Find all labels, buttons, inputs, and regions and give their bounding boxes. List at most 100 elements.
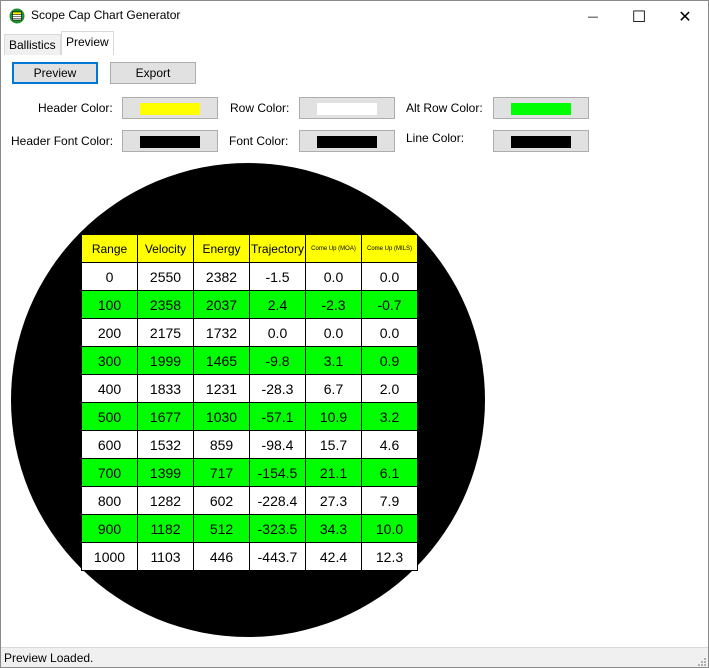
tab-preview[interactable]: Preview: [61, 31, 114, 57]
table-cell: 100: [81, 290, 138, 319]
table-cell: 2.4: [249, 290, 306, 319]
header-font-color-button[interactable]: [122, 130, 218, 152]
status-bar: Preview Loaded.: [1, 647, 708, 667]
table-cell: 0.9: [361, 346, 418, 375]
header-font-color-swatch: [140, 136, 200, 148]
preview-button[interactable]: Preview: [12, 62, 98, 84]
table-row: 800 1282 602 -228.4 27.3 7.9: [81, 486, 418, 515]
column-header-trajectory: Trajectory: [249, 234, 306, 263]
table-cell: -57.1: [249, 402, 306, 431]
table-cell: 400: [81, 374, 138, 403]
row-color-button[interactable]: [299, 97, 395, 119]
resize-grip-icon[interactable]: [696, 656, 706, 666]
table-cell: 1103: [137, 542, 194, 571]
table-cell: 0.0: [305, 262, 362, 291]
header-color-label: Header Color:: [38, 101, 113, 115]
close-button[interactable]: ✕: [662, 1, 708, 31]
table-cell: 0.0: [361, 262, 418, 291]
table-cell: 2382: [193, 262, 250, 291]
table-cell: -323.5: [249, 514, 306, 543]
table-cell: -1.5: [249, 262, 306, 291]
table-cell: 717: [193, 458, 250, 487]
line-color-button[interactable]: [493, 130, 589, 152]
table-cell: 34.3: [305, 514, 362, 543]
table-row: 400 1833 1231 -28.3 6.7 2.0: [81, 374, 418, 403]
table-body: 0 2550 2382 -1.5 0.0 0.0 100 2358 2037 2.4 -2.3 -0.…: [81, 262, 418, 571]
table-row: 600 1532 859 -98.4 15.7 4.6: [81, 430, 418, 459]
table-cell: 1532: [137, 430, 194, 459]
table-cell: 900: [81, 514, 138, 543]
table-cell: 1732: [193, 318, 250, 347]
header-color-button[interactable]: [122, 97, 218, 119]
table-cell: 1465: [193, 346, 250, 375]
table-cell: 10.9: [305, 402, 362, 431]
close-icon: ✕: [678, 6, 692, 26]
tab-strip: Ballistics Preview: [1, 31, 708, 57]
app-window: Scope Cap Chart Generator — ☐ ✕ Ballisti…: [0, 0, 709, 668]
font-color-button[interactable]: [299, 130, 395, 152]
minimize-button[interactable]: —: [570, 1, 616, 31]
column-header-energy: Energy: [193, 234, 250, 263]
font-color-swatch: [317, 136, 377, 148]
table-row: 200 2175 1732 0.0 0.0 0.0: [81, 318, 418, 347]
table-cell: -0.7: [361, 290, 418, 319]
preview-button-label: Preview: [33, 66, 77, 80]
column-header-velocity: Velocity: [137, 234, 194, 263]
table-cell: 1231: [193, 374, 250, 403]
table-row: 100 2358 2037 2.4 -2.3 -0.7: [81, 290, 418, 319]
table-row: 900 1182 512 -323.5 34.3 10.0: [81, 514, 418, 543]
table-cell: 1000: [81, 542, 138, 571]
table-cell: 1833: [137, 374, 194, 403]
font-color-label: Font Color:: [229, 134, 289, 148]
header-color-swatch: [140, 103, 200, 115]
column-header-come-up-mils: Come Up (MILS): [361, 234, 418, 263]
table-cell: 27.3: [305, 486, 362, 515]
table-cell: 10.0: [361, 514, 418, 543]
row-color-label: Row Color:: [230, 101, 290, 115]
table-cell: 300: [81, 346, 138, 375]
line-color-label: Line Color:: [406, 131, 465, 145]
table-cell: 446: [193, 542, 250, 571]
alt-row-color-button[interactable]: [493, 97, 589, 119]
table-cell: 602: [193, 486, 250, 515]
table-cell: 500: [81, 402, 138, 431]
table-cell: 0.0: [361, 318, 418, 347]
maximize-icon: ☐: [631, 6, 647, 26]
column-header-range: Range: [81, 234, 138, 263]
table-cell: -2.3: [305, 290, 362, 319]
table-cell: 1399: [137, 458, 194, 487]
status-text: Preview Loaded.: [4, 651, 94, 665]
header-font-color-label: Header Font Color:: [11, 134, 114, 148]
table-cell: 3.1: [305, 346, 362, 375]
tab-label: Preview: [66, 35, 109, 49]
table-cell: -98.4: [249, 430, 306, 459]
row-color-swatch: [317, 103, 377, 115]
table-cell: 0: [81, 262, 138, 291]
table-cell: -28.3: [249, 374, 306, 403]
table-cell: 42.4: [305, 542, 362, 571]
column-header-come-up-moa: Come Up (MOA): [305, 234, 362, 263]
tab-ballistics[interactable]: Ballistics: [4, 34, 61, 55]
export-button[interactable]: Export: [110, 62, 196, 84]
alt-row-color-swatch: [511, 103, 571, 115]
table-cell: 2.0: [361, 374, 418, 403]
table-row: 700 1399 717 -154.5 21.1 6.1: [81, 458, 418, 487]
table-cell: 0.0: [249, 318, 306, 347]
table-cell: -228.4: [249, 486, 306, 515]
table-cell: 1182: [137, 514, 194, 543]
table-cell: 1999: [137, 346, 194, 375]
title-bar[interactable]: Scope Cap Chart Generator — ☐ ✕: [1, 1, 708, 31]
table-row: 500 1677 1030 -57.1 10.9 3.2: [81, 402, 418, 431]
table-cell: 2358: [137, 290, 194, 319]
table-cell: 512: [193, 514, 250, 543]
table-cell: 2550: [137, 262, 194, 291]
table-cell: 6.7: [305, 374, 362, 403]
app-icon: [9, 8, 25, 24]
table-header-row: Range Velocity Energy Trajectory Come Up…: [81, 234, 418, 263]
table-cell: 2037: [193, 290, 250, 319]
table-cell: 1677: [137, 402, 194, 431]
line-color-swatch: [511, 136, 571, 148]
maximize-button[interactable]: ☐: [616, 1, 662, 31]
table-cell: 2175: [137, 318, 194, 347]
table-row: 300 1999 1465 -9.8 3.1 0.9: [81, 346, 418, 375]
